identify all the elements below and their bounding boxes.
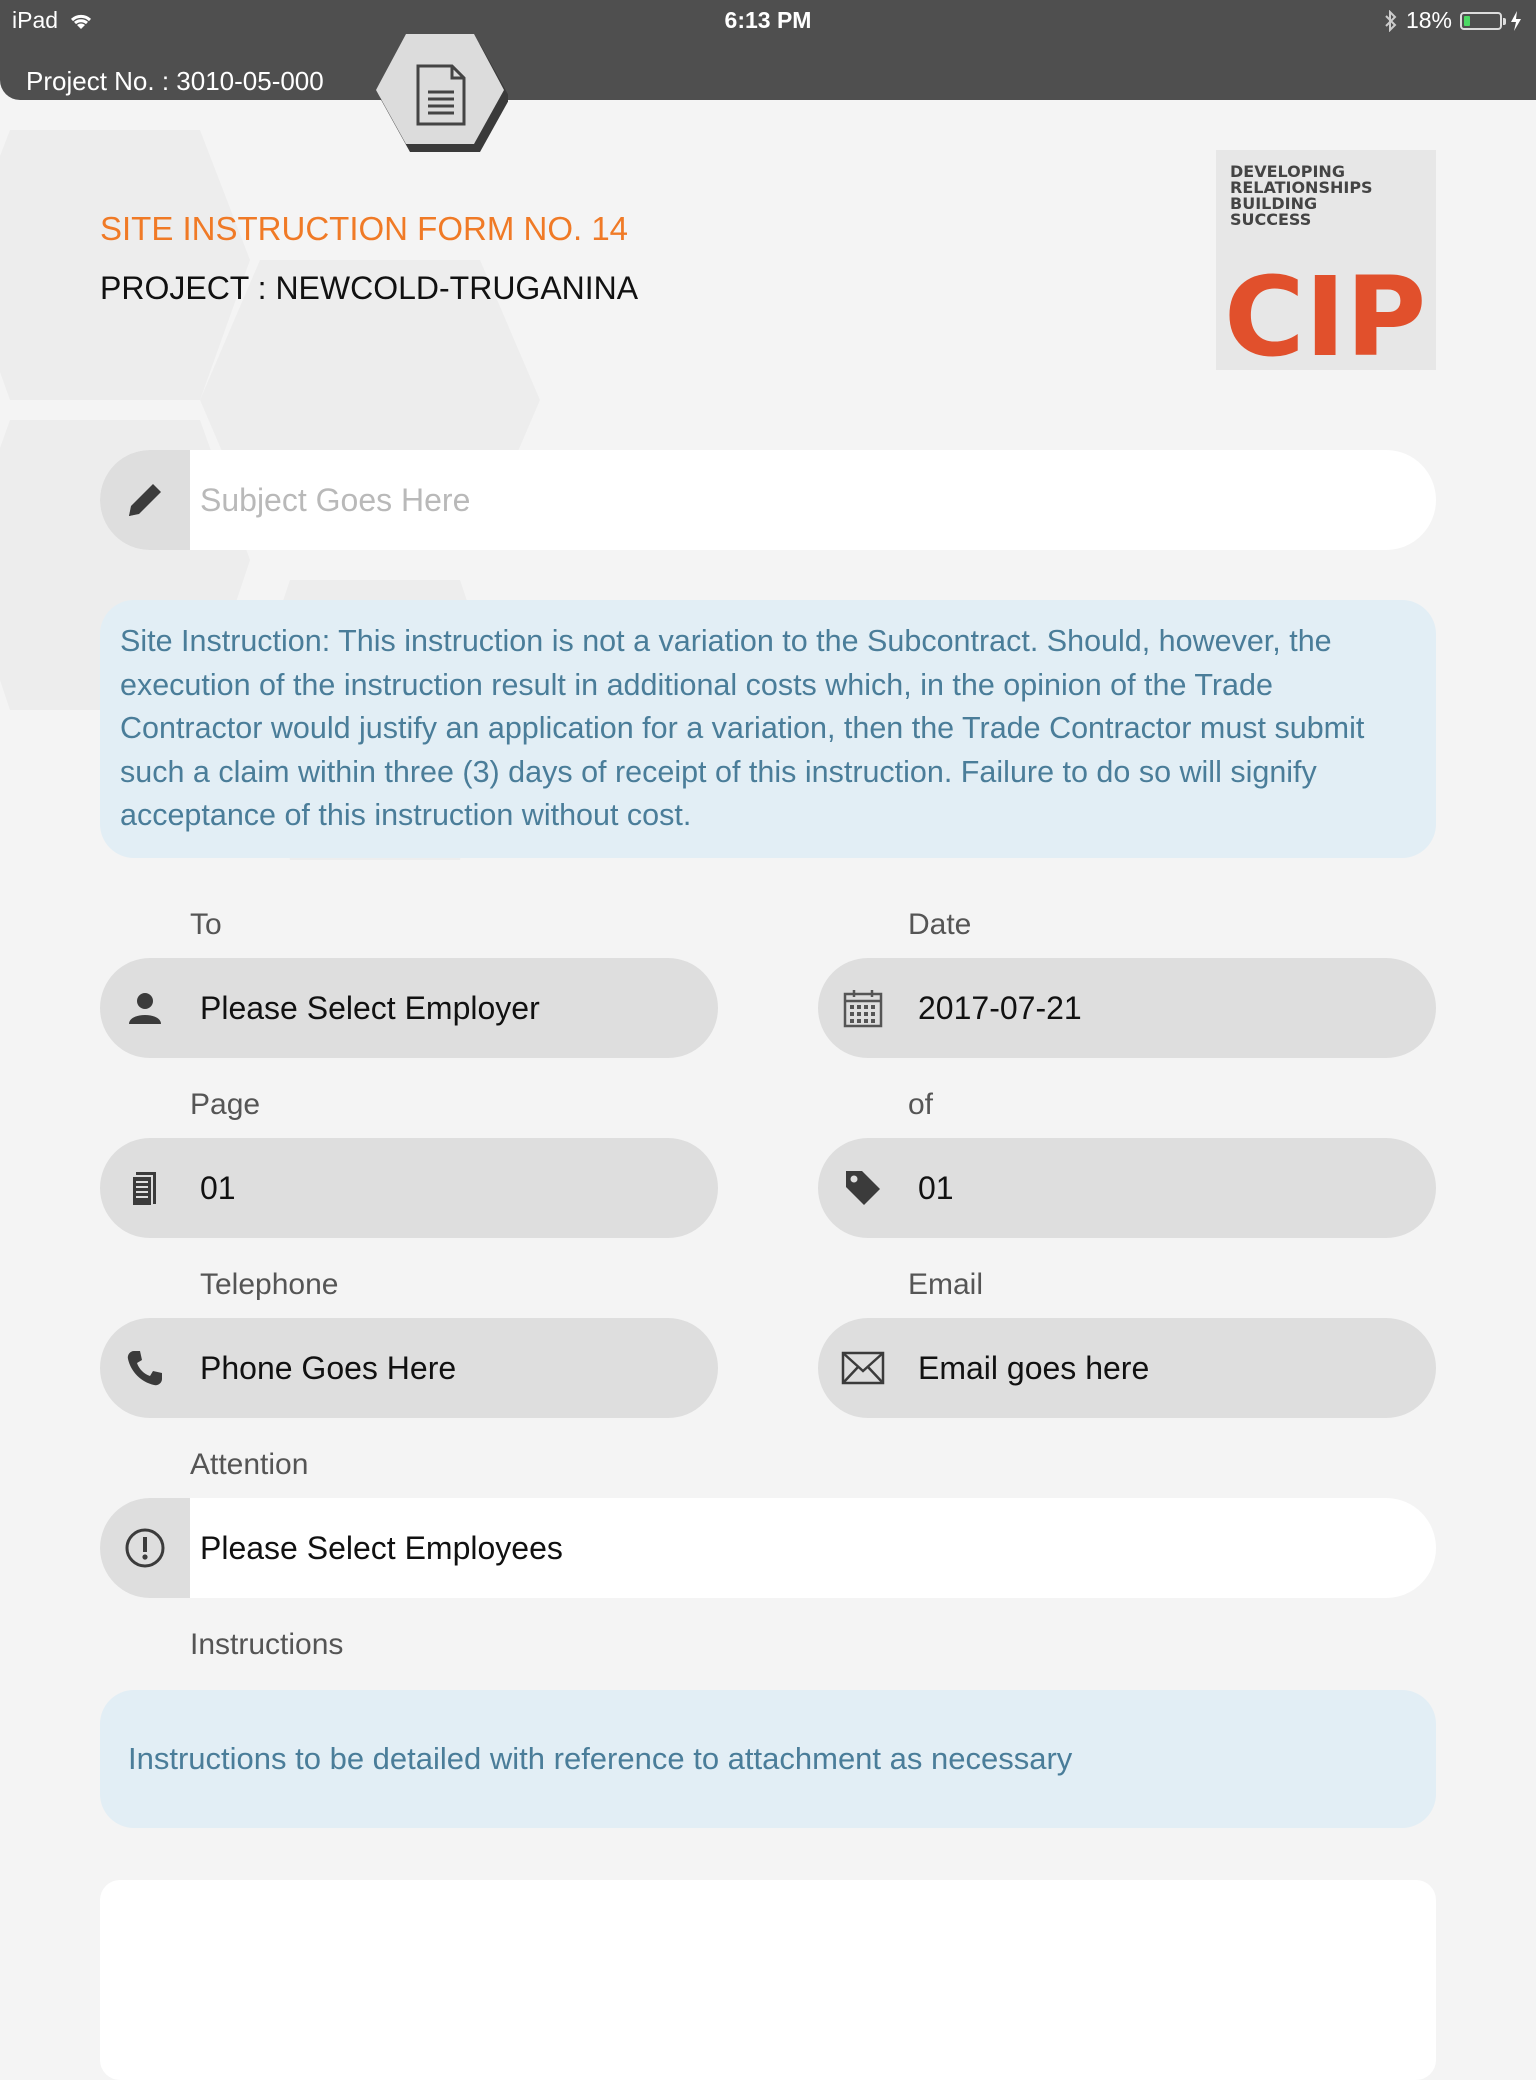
bluetooth-icon: [1385, 9, 1397, 32]
person-icon: [129, 993, 161, 1024]
project-bar: Project No. : 3010-05-000: [0, 40, 1536, 100]
date-value: 2017-07-21: [918, 989, 1082, 1026]
subject-input[interactable]: Subject Goes Here: [100, 450, 1436, 550]
instructions-label: Instructions: [190, 1628, 344, 1661]
page-label: Page: [190, 1088, 261, 1121]
calendar-icon: [843, 990, 883, 1028]
pencil-icon: [129, 484, 161, 516]
charging-icon: [1511, 10, 1521, 31]
to-value: Please Select Employer: [200, 989, 540, 1026]
page-field[interactable]: 01: [100, 1138, 718, 1238]
document-menu-button[interactable]: [372, 32, 508, 154]
logo-brand-mark: CIP: [1224, 253, 1426, 370]
email-label: Email: [908, 1268, 984, 1301]
to-label: To: [190, 908, 222, 941]
battery-icon: [1460, 11, 1506, 30]
envelope-icon: [841, 1351, 885, 1385]
project-title: PROJECT : NEWCOLD-TRUGANINA: [100, 270, 639, 306]
to-employer-select[interactable]: Please Select Employer: [100, 958, 718, 1058]
site-instruction-notice: Site Instruction: This instruction is no…: [100, 600, 1436, 858]
battery-level: [1464, 15, 1470, 26]
svg-text:CIP: CIP: [1224, 253, 1426, 370]
page-value: 01: [200, 1169, 236, 1206]
instructions-hint: Instructions to be detailed with referen…: [100, 1690, 1436, 1828]
subject-placeholder: Subject Goes Here: [200, 481, 471, 518]
of-label: of: [908, 1088, 934, 1121]
pages-icon: [131, 1172, 156, 1207]
battery-percent: 18%: [1405, 7, 1452, 33]
telephone-label: Telephone: [200, 1268, 339, 1301]
telephone-value: Phone Goes Here: [200, 1349, 457, 1386]
of-value: 01: [918, 1169, 954, 1206]
phone-icon: [127, 1351, 162, 1386]
instructions-textarea[interactable]: [100, 1880, 1436, 2080]
attention-select[interactable]: Please Select Employees: [100, 1498, 1436, 1598]
status-bar: iPad 6:13 PM 18%: [0, 0, 1536, 40]
company-logo: DEVELOPING RELATIONSHIPS BUILDING SUCCES…: [1216, 150, 1436, 370]
date-label: Date: [908, 908, 972, 941]
alert-icon: [125, 1528, 165, 1568]
email-field[interactable]: Email goes here: [818, 1318, 1436, 1418]
attention-value: Please Select Employees: [200, 1529, 563, 1566]
telephone-field[interactable]: Phone Goes Here: [100, 1318, 718, 1418]
date-picker[interactable]: 2017-07-21: [818, 958, 1436, 1058]
attention-label: Attention: [190, 1448, 309, 1481]
tag-icon: [846, 1171, 880, 1205]
email-value: Email goes here: [918, 1349, 1150, 1386]
form-title: SITE INSTRUCTION FORM NO. 14: [100, 210, 629, 247]
of-field[interactable]: 01: [818, 1138, 1436, 1238]
status-time: 6:13 PM: [724, 7, 812, 33]
project-number: Project No. : 3010-05-000: [26, 66, 324, 96]
